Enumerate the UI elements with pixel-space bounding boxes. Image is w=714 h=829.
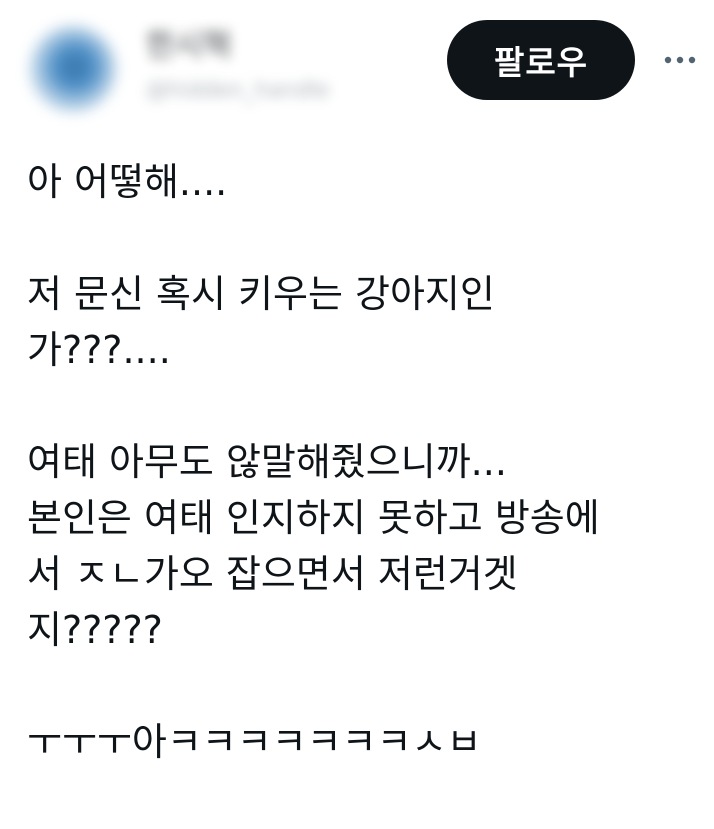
more-horizontal-icon[interactable] xyxy=(660,40,700,80)
tweet-body-text: 아 어떻해.... 저 문신 혹시 키우는 강아지인 가???.... 여태 아… xyxy=(27,160,600,764)
user-handle[interactable]: @hidden_handle xyxy=(146,78,329,103)
tweet-header: 한시혁 @hidden_handle 팔로우 xyxy=(0,0,714,130)
ellipsis-dots-icon xyxy=(664,56,696,64)
follow-button[interactable]: 팔로우 xyxy=(447,20,635,100)
avatar[interactable] xyxy=(30,26,116,112)
display-name[interactable]: 한시혁 xyxy=(146,20,232,65)
